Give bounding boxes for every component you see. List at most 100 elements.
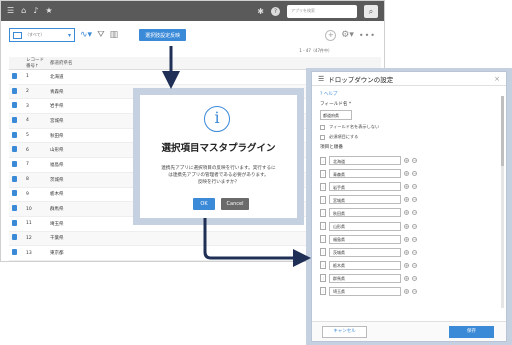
- add-item-icon[interactable]: +: [404, 275, 409, 281]
- field-name-label: フィールド名 *: [320, 102, 352, 107]
- choice-input[interactable]: 栃木県: [329, 260, 401, 270]
- drag-handle-icon[interactable]: ⋮: [320, 235, 326, 244]
- drag-handle-icon[interactable]: ⋮: [320, 261, 326, 270]
- record-id: 1: [23, 69, 47, 85]
- choice-item: ⋮ 山形県 + −: [320, 219, 496, 232]
- choice-input[interactable]: 秋田県: [329, 208, 401, 218]
- record-detail-icon[interactable]: [9, 201, 23, 217]
- choice-input[interactable]: 北海道: [329, 156, 401, 166]
- search-icon[interactable]: ⌕: [364, 4, 378, 18]
- items-label: 項目と順番: [320, 145, 343, 150]
- help-link[interactable]: ? ヘルプ: [320, 91, 337, 97]
- record-detail-icon[interactable]: [9, 142, 23, 159]
- app-search-input[interactable]: アプリを検索: [287, 4, 357, 18]
- record-detail-icon[interactable]: [9, 69, 23, 85]
- drag-handle-icon[interactable]: ⋮: [320, 195, 326, 204]
- plus-icon[interactable]: +: [325, 29, 337, 41]
- choice-input[interactable]: 群馬県: [329, 273, 401, 283]
- bar-chart-icon[interactable]: ▥: [110, 28, 119, 42]
- drag-handle-icon[interactable]: ⋮: [320, 182, 326, 191]
- table-header-id[interactable]: レコード番号↑: [23, 57, 47, 70]
- choice-input[interactable]: 青森県: [329, 169, 401, 179]
- choice-input[interactable]: 岩手県: [329, 182, 401, 192]
- remove-item-icon[interactable]: −: [412, 275, 417, 281]
- add-item-icon[interactable]: +: [404, 223, 409, 229]
- add-item-icon[interactable]: +: [404, 184, 409, 190]
- hide-label-checkbox[interactable]: フィールド名を表示しない: [320, 124, 496, 130]
- add-item-icon[interactable]: +: [404, 236, 409, 242]
- remove-item-icon[interactable]: −: [412, 184, 417, 190]
- record-id: 7: [23, 157, 47, 173]
- record-detail-icon[interactable]: [9, 260, 23, 261]
- field-name-input[interactable]: 都道府県: [320, 110, 352, 120]
- remove-item-icon[interactable]: −: [412, 171, 417, 177]
- close-icon[interactable]: ×: [494, 75, 500, 83]
- panel-cancel-button[interactable]: キャンセル: [322, 326, 367, 338]
- remove-item-icon[interactable]: −: [412, 210, 417, 216]
- filter-icon[interactable]: ⛛: [97, 28, 105, 42]
- dialog-message-line: 反映を行いますか？: [197, 180, 240, 185]
- remove-item-icon[interactable]: −: [412, 158, 417, 164]
- star-icon[interactable]: ★: [45, 7, 52, 15]
- record-id: 9: [23, 187, 47, 203]
- required-checkbox[interactable]: 必須項目にする: [320, 134, 496, 140]
- add-item-icon[interactable]: +: [404, 210, 409, 216]
- choice-input[interactable]: 福島県: [329, 234, 401, 244]
- checkbox-box[interactable]: [320, 134, 325, 140]
- record-detail-icon[interactable]: [9, 216, 23, 232]
- add-item-icon[interactable]: +: [404, 158, 409, 164]
- choice-item: ⋮ 秋田県 + −: [320, 206, 496, 219]
- record-detail-icon[interactable]: [9, 84, 23, 100]
- drag-handle-icon[interactable]: ⋮: [320, 287, 326, 296]
- ok-button[interactable]: OK: [193, 198, 215, 210]
- add-item-icon[interactable]: +: [404, 288, 409, 294]
- remove-item-icon[interactable]: −: [412, 262, 417, 268]
- record-detail-icon[interactable]: [9, 128, 23, 144]
- drag-handle-icon[interactable]: ⋮: [320, 156, 326, 165]
- choice-input[interactable]: 山形県: [329, 221, 401, 231]
- gear-icon[interactable]: ✱: [257, 7, 264, 16]
- view-selector[interactable]: （すべて） ▾: [9, 28, 75, 42]
- bell-icon[interactable]: ♪: [33, 7, 38, 15]
- scrollbar[interactable]: [501, 96, 504, 308]
- drag-handle-icon[interactable]: ⋮: [320, 222, 326, 231]
- remove-item-icon[interactable]: −: [412, 223, 417, 229]
- record-detail-icon[interactable]: [9, 157, 23, 173]
- record-detail-icon[interactable]: [9, 172, 23, 188]
- drag-handle-icon[interactable]: ⋮: [320, 169, 326, 178]
- choice-input[interactable]: 茨城県: [329, 247, 401, 257]
- home-icon[interactable]: ⌂: [21, 7, 26, 15]
- apply-choices-button[interactable]: 選択肢設定反映: [139, 29, 187, 41]
- drag-handle-icon[interactable]: ⋮: [320, 274, 326, 283]
- more-icon[interactable]: •••: [359, 31, 376, 40]
- record-detail-icon[interactable]: [9, 231, 23, 247]
- drag-handle-icon[interactable]: ⋮: [320, 208, 326, 217]
- remove-item-icon[interactable]: −: [412, 288, 417, 294]
- graph-icon[interactable]: ∿▾: [80, 28, 92, 42]
- choice-item: ⋮ 青森県 + −: [320, 167, 496, 180]
- remove-item-icon[interactable]: −: [412, 236, 417, 242]
- help-icon[interactable]: ?: [271, 6, 280, 16]
- choice-item: ⋮ 宮城県 + −: [320, 193, 496, 206]
- choice-input[interactable]: 埼玉県: [329, 286, 401, 296]
- record-detail-icon[interactable]: [9, 245, 23, 261]
- scrollbar-thumb[interactable]: [501, 96, 504, 166]
- choice-input[interactable]: 宮城県: [329, 195, 401, 205]
- gear-icon[interactable]: ⚙▾: [341, 28, 354, 42]
- checkbox-box[interactable]: [320, 124, 325, 130]
- drag-handle-icon[interactable]: ⋮: [320, 248, 326, 257]
- add-item-icon[interactable]: +: [404, 197, 409, 203]
- remove-item-icon[interactable]: −: [412, 249, 417, 255]
- menu-icon[interactable]: ☰: [7, 7, 14, 15]
- add-item-icon[interactable]: +: [404, 171, 409, 177]
- panel-save-button[interactable]: 保存: [449, 326, 494, 338]
- remove-item-icon[interactable]: −: [412, 197, 417, 203]
- cancel-button[interactable]: Cancel: [221, 198, 249, 210]
- record-detail-icon[interactable]: [9, 113, 23, 129]
- record-detail-icon[interactable]: [9, 187, 23, 203]
- record-detail-icon[interactable]: [9, 98, 23, 115]
- add-item-icon[interactable]: +: [404, 262, 409, 268]
- add-item-icon[interactable]: +: [404, 249, 409, 255]
- dialog-title: 選択項目マスタプラグイン: [161, 143, 276, 154]
- dialog-message-line: は連携先アプリの管理者である必要があります。: [168, 173, 269, 178]
